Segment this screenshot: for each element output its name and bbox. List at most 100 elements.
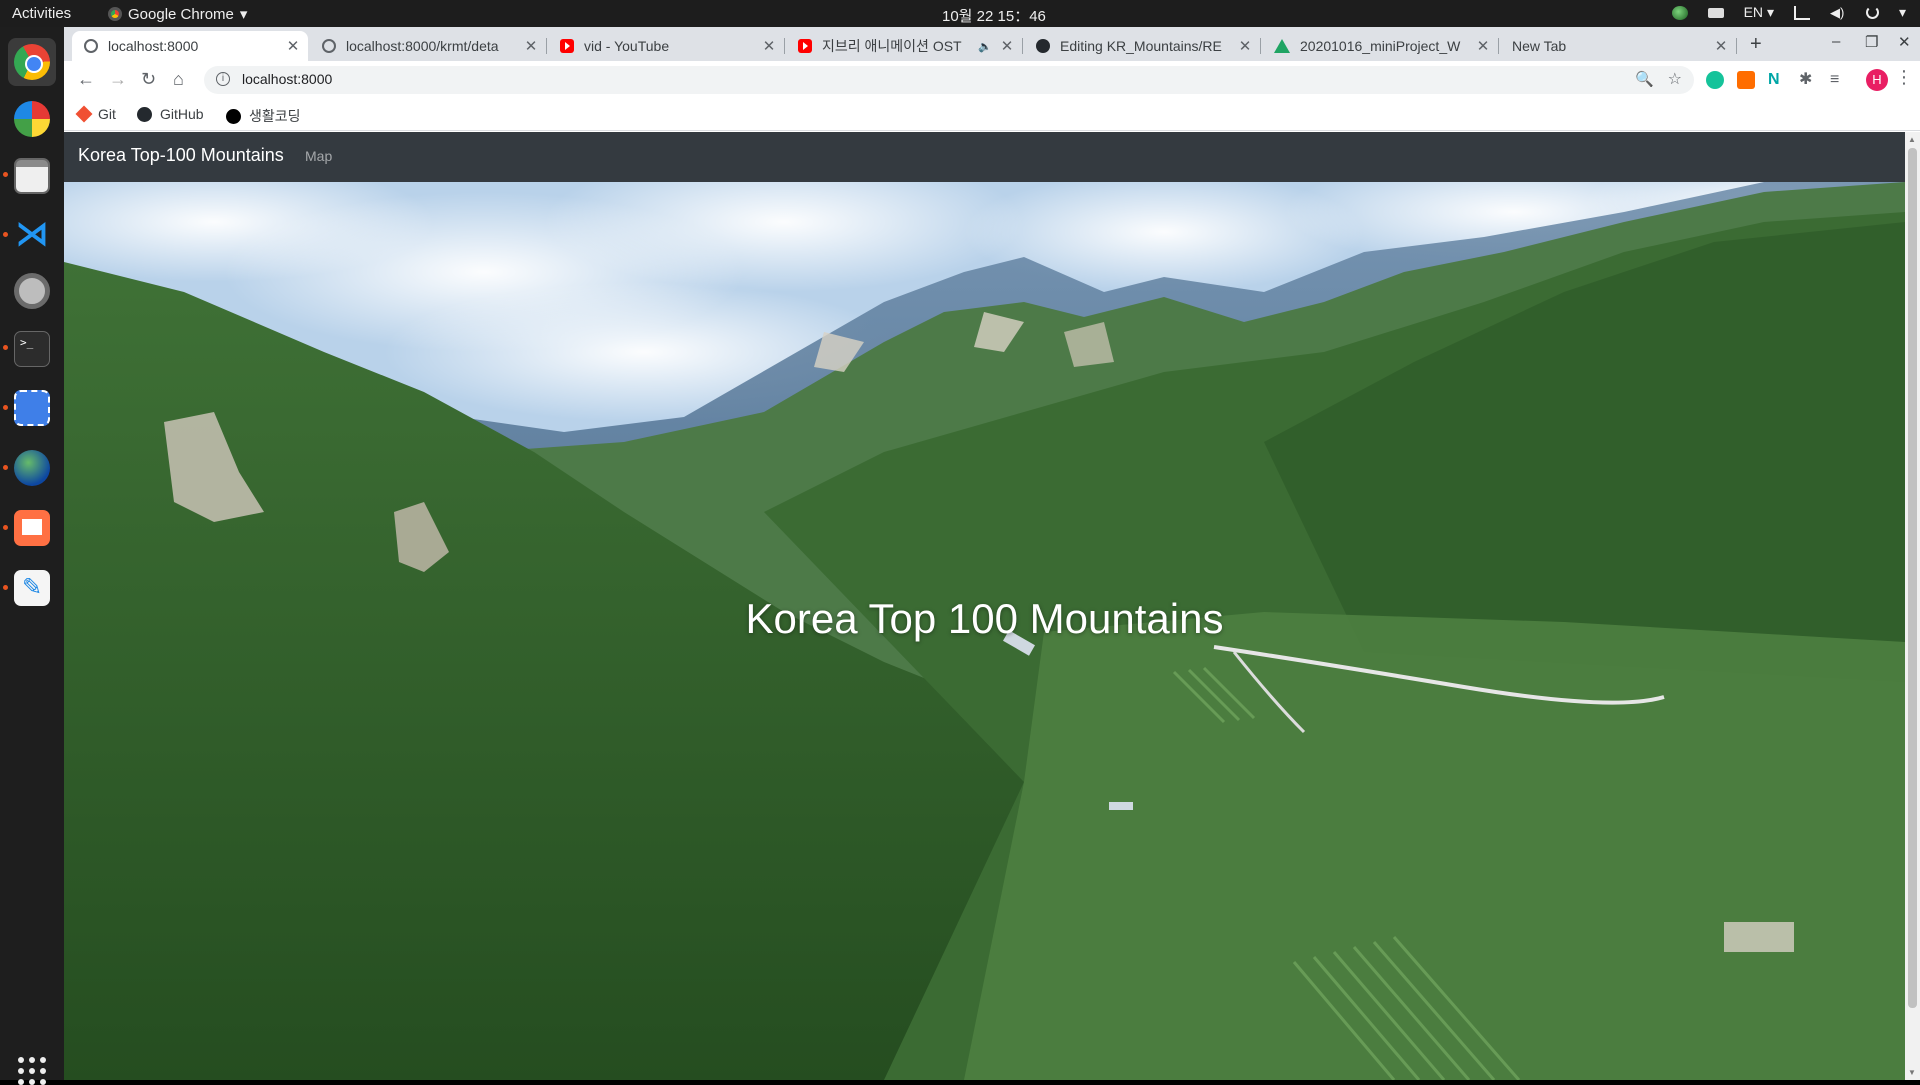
globe-icon bbox=[84, 39, 98, 53]
forward-button[interactable]: → bbox=[109, 69, 127, 90]
hero-banner: Korea Top 100 Mountains bbox=[64, 182, 1905, 1080]
new-tab-button[interactable]: + bbox=[1750, 33, 1762, 56]
minimize-button[interactable]: – bbox=[1832, 33, 1840, 50]
close-icon[interactable]: ✕ bbox=[1474, 37, 1492, 55]
restore-button[interactable]: ❐ bbox=[1865, 33, 1878, 51]
tab-google-drive[interactable]: 20201016_miniProject_W ✕ bbox=[1262, 31, 1499, 61]
clock[interactable]: 10월 22 15：46 bbox=[942, 5, 1046, 26]
grid-dot bbox=[18, 1057, 24, 1063]
tab-strip: localhost:8000 ✕ localhost:8000/krmt/det… bbox=[64, 27, 1920, 61]
app-menu[interactable]: Google Chrome ▾ bbox=[108, 5, 247, 23]
reload-button[interactable]: ↻ bbox=[141, 69, 156, 90]
home-button[interactable]: ⌂ bbox=[173, 69, 184, 90]
close-icon[interactable]: ✕ bbox=[1712, 37, 1730, 55]
browser-menu-icon[interactable]: ⋮ bbox=[1895, 67, 1913, 88]
tab-ghibli-ost[interactable]: 지브리 애니메이션 OST 🔈 ✕ bbox=[786, 31, 1023, 61]
power-icon[interactable] bbox=[1865, 6, 1879, 19]
language-indicator[interactable]: EN ▾ bbox=[1744, 4, 1774, 21]
tab-github-edit[interactable]: Editing KR_Mountains/RE ✕ bbox=[1024, 31, 1261, 61]
dock-photos[interactable] bbox=[8, 95, 56, 143]
globe-icon[interactable] bbox=[1671, 5, 1688, 20]
bookmark-git[interactable]: Git bbox=[75, 105, 116, 123]
zoom-icon[interactable]: 🔍 bbox=[1635, 70, 1654, 88]
activities-button[interactable]: Activities bbox=[12, 5, 71, 22]
grid-dot bbox=[18, 1068, 24, 1074]
text-editor-icon: ✎ bbox=[14, 570, 50, 606]
tab-youtube[interactable]: vid - YouTube ✕ bbox=[548, 31, 785, 61]
chrome-icon bbox=[14, 44, 50, 80]
site-info-icon[interactable]: i bbox=[216, 72, 230, 86]
media-control-icon[interactable]: ≡ bbox=[1830, 71, 1848, 89]
network-icon[interactable] bbox=[1793, 5, 1810, 20]
tab-separator bbox=[784, 38, 785, 54]
globe-icon bbox=[322, 39, 336, 53]
terminal-icon: >_ bbox=[14, 331, 50, 367]
dock-chrome[interactable] bbox=[8, 38, 56, 86]
window-close-button[interactable]: ✕ bbox=[1898, 33, 1911, 51]
tab-label: New Tab bbox=[1512, 38, 1567, 54]
dock-globe[interactable] bbox=[8, 444, 56, 492]
dock-terminal[interactable]: >_ bbox=[8, 325, 56, 373]
dock-files[interactable] bbox=[8, 152, 56, 200]
show-applications-button[interactable] bbox=[18, 1057, 46, 1085]
speaker-icon[interactable]: 🔈 bbox=[978, 40, 992, 53]
grid-dot bbox=[29, 1068, 35, 1074]
back-button[interactable]: ← bbox=[77, 69, 95, 90]
chevron-down-icon: ▾ bbox=[1766, 4, 1774, 20]
page-viewport: Korea Top-100 Mountains Map Korea Top 10… bbox=[64, 132, 1905, 1080]
bookmark-opentutorials[interactable]: 생활코딩 bbox=[226, 106, 301, 126]
n-extension-icon[interactable]: N bbox=[1768, 71, 1786, 89]
nav-link-map[interactable]: Map bbox=[305, 148, 332, 164]
dock-settings[interactable] bbox=[8, 267, 56, 315]
scrollbar-thumb[interactable] bbox=[1908, 148, 1917, 1008]
dot-icon bbox=[226, 108, 241, 124]
youtube-icon bbox=[798, 39, 812, 53]
tab-label: 20201016_miniProject_W bbox=[1300, 38, 1461, 54]
extensions-puzzle-icon[interactable]: ✱ bbox=[1799, 71, 1817, 89]
site-brand-link[interactable]: Korea Top-100 Mountains bbox=[78, 145, 284, 166]
keyboard-icon[interactable] bbox=[1707, 7, 1724, 18]
globe-icon bbox=[14, 450, 50, 486]
scroll-down-arrow-icon[interactable]: ▼ bbox=[1908, 1068, 1916, 1077]
rx-extension-icon[interactable] bbox=[1737, 71, 1755, 89]
tab-new-tab[interactable]: New Tab ✕ bbox=[1500, 31, 1737, 61]
close-icon[interactable]: ✕ bbox=[760, 37, 778, 55]
volume-icon[interactable]: ◀) bbox=[1830, 5, 1846, 20]
close-icon[interactable]: ✕ bbox=[998, 37, 1016, 55]
files-icon bbox=[14, 158, 50, 194]
system-top-bar: Activities Google Chrome ▾ 10월 22 15：46 … bbox=[0, 0, 1920, 27]
address-bar[interactable]: i localhost:8000 🔍 ☆ bbox=[204, 66, 1694, 94]
url-text[interactable]: localhost:8000 bbox=[242, 71, 332, 87]
profile-avatar[interactable]: H bbox=[1866, 69, 1888, 91]
close-icon[interactable]: ✕ bbox=[522, 37, 540, 55]
system-tray[interactable]: EN ▾ ◀) ▾ bbox=[1671, 4, 1906, 21]
screenshot-icon bbox=[14, 390, 50, 426]
scroll-up-arrow-icon[interactable]: ▲ bbox=[1908, 135, 1916, 144]
tab-label: localhost:8000/krmt/deta bbox=[346, 38, 499, 54]
bookmark-github[interactable]: GitHub bbox=[137, 106, 204, 122]
page-scrollbar[interactable]: ▲ ▼ bbox=[1905, 132, 1920, 1080]
grammarly-extension-icon[interactable] bbox=[1706, 71, 1724, 89]
tab-separator bbox=[1022, 38, 1023, 54]
dock-vscode[interactable]: ⋊ bbox=[8, 210, 56, 258]
running-indicator bbox=[3, 405, 8, 410]
close-icon[interactable]: ✕ bbox=[1236, 37, 1254, 55]
dock-presentation[interactable] bbox=[8, 504, 56, 552]
running-indicator bbox=[3, 585, 8, 590]
bookmark-label: Git bbox=[98, 106, 116, 122]
running-indicator bbox=[3, 232, 8, 237]
tab-separator bbox=[1260, 38, 1261, 54]
grid-dot bbox=[40, 1068, 46, 1074]
chevron-down-icon[interactable]: ▾ bbox=[1899, 4, 1906, 21]
tab-localhost[interactable]: localhost:8000 ✕ bbox=[72, 31, 308, 61]
bookmark-star-icon[interactable]: ☆ bbox=[1668, 69, 1682, 89]
tab-label: localhost:8000 bbox=[108, 38, 199, 54]
dock-text-editor[interactable]: ✎ bbox=[8, 564, 56, 612]
grid-dot bbox=[29, 1057, 35, 1063]
presentation-icon bbox=[14, 510, 50, 546]
tab-localhost-detail[interactable]: localhost:8000/krmt/deta ✕ bbox=[310, 31, 547, 61]
close-icon[interactable]: ✕ bbox=[284, 37, 302, 55]
dock-screenshot[interactable] bbox=[8, 384, 56, 432]
tab-separator bbox=[1736, 38, 1737, 54]
tab-label: 지브리 애니메이션 OST bbox=[822, 38, 962, 54]
